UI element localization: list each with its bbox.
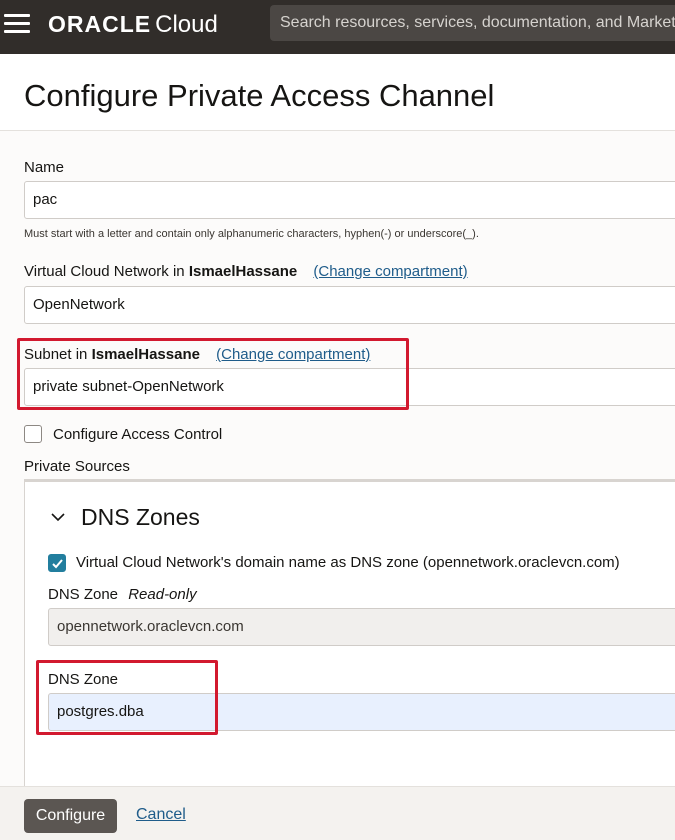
- menu-icon[interactable]: [4, 12, 30, 36]
- subnet-compartment-name: IsmaelHassane: [91, 346, 200, 363]
- subnet-change-compartment-link[interactable]: (Change compartment): [216, 346, 370, 363]
- vcn-domain-dns-label: Virtual Cloud Network's domain name as D…: [76, 554, 620, 571]
- name-hint: Must start with a letter and contain onl…: [24, 228, 479, 240]
- cancel-link[interactable]: Cancel: [136, 806, 186, 824]
- dns-zones-section-title[interactable]: DNS Zones: [81, 504, 200, 531]
- readonly-dns-zone-label-text: DNS Zone: [48, 586, 119, 603]
- configure-button[interactable]: Configure: [24, 799, 117, 833]
- vcn-compartment-name: IsmaelHassane: [188, 263, 298, 280]
- panel-header: Configure Private Access Channel: [0, 54, 675, 131]
- readonly-tag: Read-only: [128, 586, 197, 603]
- logo-brand: ORACLE: [48, 11, 152, 37]
- page-title: Configure Private Access Channel: [24, 78, 495, 113]
- dns-zone-label: DNS Zone: [48, 671, 119, 688]
- name-field[interactable]: pac: [24, 181, 675, 219]
- access-control-label: Configure Access Control: [53, 426, 223, 443]
- vcn-domain-dns-checkbox[interactable]: [48, 554, 66, 572]
- private-sources-label: Private Sources: [24, 458, 130, 475]
- readonly-dns-zone-field: opennetwork.oraclevcn.com: [48, 608, 675, 646]
- logo-product: Cloud: [155, 11, 218, 38]
- dns-zone-input[interactable]: postgres.dba: [48, 693, 675, 731]
- vcn-select[interactable]: OpenNetwork: [24, 286, 675, 324]
- search-input[interactable]: Search resources, services, documentatio…: [270, 5, 675, 41]
- vcn-change-compartment-link[interactable]: (Change compartment): [313, 263, 467, 280]
- access-control-checkbox[interactable]: [24, 425, 42, 443]
- vcn-label: Virtual Cloud Network in IsmaelHassane (…: [24, 263, 468, 280]
- checkmark-icon: [52, 559, 63, 569]
- readonly-dns-zone-label: DNS Zone Read-only: [48, 586, 197, 603]
- subnet-label-prefix: Subnet in: [24, 346, 88, 363]
- name-label: Name: [24, 159, 65, 176]
- subnet-label: Subnet in IsmaelHassane (Change compartm…: [24, 346, 370, 363]
- oracle-cloud-logo[interactable]: ORACLE Cloud: [48, 11, 218, 39]
- top-navigation-bar: ORACLE Cloud Search resources, services, …: [0, 0, 675, 54]
- subnet-select[interactable]: private subnet-OpenNetwork: [24, 368, 675, 406]
- chevron-down-icon[interactable]: [50, 510, 66, 522]
- vcn-label-prefix: Virtual Cloud Network in: [24, 263, 185, 280]
